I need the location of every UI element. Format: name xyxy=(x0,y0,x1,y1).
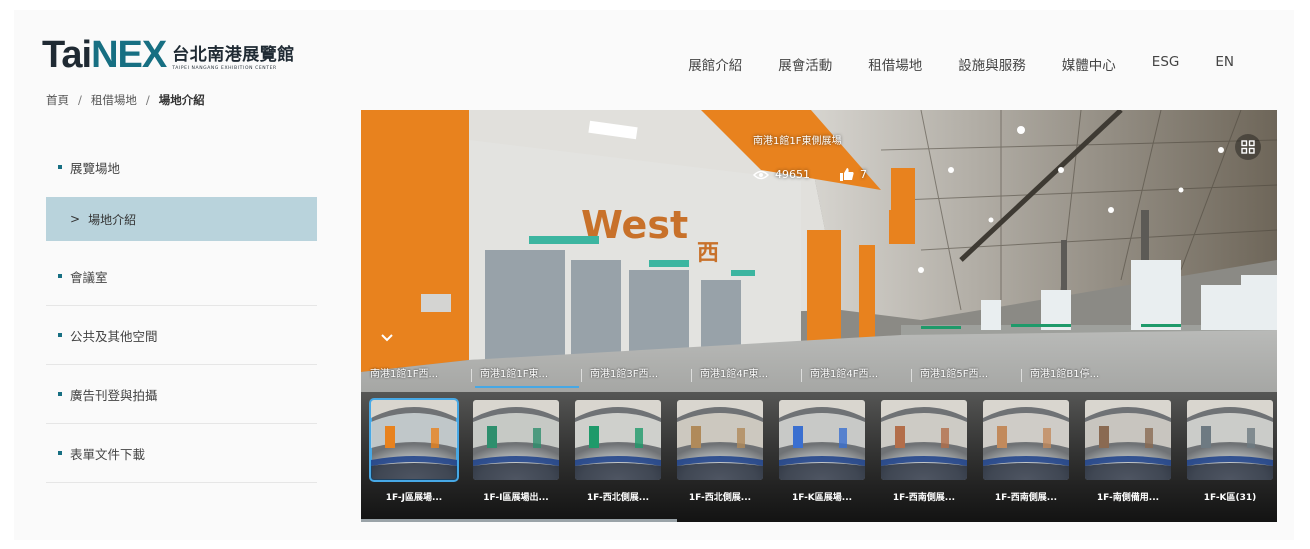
scene-tab[interactable]: 南港1館4F東... xyxy=(691,360,801,390)
thumbnail-caption: 1F-K區(31) xyxy=(1203,493,1257,503)
chevron-down-icon xyxy=(381,334,393,342)
thumbnail-caption: 1F-J區展場... xyxy=(385,493,443,503)
chevron-right-icon: > xyxy=(70,212,81,226)
bullet-icon xyxy=(58,274,62,278)
thumbnail-caption: 1F-南側備用... xyxy=(1096,493,1160,503)
sidebar-item-public-spaces[interactable]: 公共及其他空間 xyxy=(46,306,317,365)
nav-rental[interactable]: 租借場地 xyxy=(868,54,922,74)
view-count: 49651 xyxy=(775,168,810,181)
panorama-viewer[interactable]: West 西 南港1館1F東側展場 49651 7 南港1館1F西... 南港1… xyxy=(361,110,1277,522)
sidebar-item-downloads[interactable]: 表單文件下載 xyxy=(46,424,317,483)
nav-media[interactable]: 媒體中心 xyxy=(1062,54,1116,74)
sidebar-item-exhibition-venues[interactable]: 展覽場地 xyxy=(46,137,317,197)
scene-thumbnail[interactable]: 1F-J區展場... xyxy=(369,398,459,503)
scene-thumbnail[interactable]: 1F-西南側展... xyxy=(881,400,967,503)
nav-services[interactable]: 設施與服務 xyxy=(958,54,1026,74)
thumbnail-caption: 1F-西南側展... xyxy=(892,493,956,503)
logo-english-name: TAIPEI NANGANG EXHIBITION CENTER xyxy=(172,66,277,71)
thumbnail-caption: 1F-K區展場... xyxy=(791,493,853,503)
thumbnail-caption: 1F-西北側展... xyxy=(586,493,650,503)
thumbnail-image xyxy=(575,400,661,480)
thumbnail-caption: 1F-I區展場出... xyxy=(483,493,549,503)
logo-wordmark: TaiNEX xyxy=(42,34,167,76)
sidebar-item-venue-intro[interactable]: > 場地介紹 xyxy=(46,197,317,241)
sidebar-item-label: 公共及其他空間 xyxy=(70,328,158,344)
nav-events[interactable]: 展會活動 xyxy=(778,54,832,74)
logo-subtitle: 台北南港展覽館 TAIPEI NANGANG EXHIBITION CENTER xyxy=(172,46,295,74)
sidebar-item-label: 表單文件下載 xyxy=(70,446,146,462)
scene-thumbnail[interactable]: 1F-西南側展... xyxy=(983,400,1069,503)
scene-thumbnail[interactable]: 1F-南側備用... xyxy=(1085,400,1171,503)
sidebar-item-meeting-rooms[interactable]: 會議室 xyxy=(46,247,317,306)
thumbnail-image xyxy=(779,400,865,480)
bullet-icon xyxy=(58,451,62,455)
thumbs-up-icon[interactable] xyxy=(840,168,854,181)
scene-thumbnail[interactable]: 1F-西北側展... xyxy=(677,400,763,503)
scene-tab[interactable]: 南港1館5F西... xyxy=(911,360,1021,390)
thumbnail-scrollbar[interactable] xyxy=(361,519,677,522)
collapse-thumbnails-button[interactable] xyxy=(377,330,397,346)
nav-language[interactable]: EN xyxy=(1215,54,1234,74)
like-count: 7 xyxy=(860,168,867,181)
scene-thumbnail[interactable]: 1F-K區展場... xyxy=(779,400,865,503)
bullet-icon xyxy=(58,333,62,337)
breadcrumb-parent[interactable]: 租借場地 xyxy=(91,92,137,108)
svg-text:西: 西 xyxy=(697,241,719,266)
thumbnail-image xyxy=(473,400,559,480)
sidebar-item-label: 廣告刊登與拍攝 xyxy=(70,387,158,403)
bullet-icon xyxy=(58,392,62,396)
nav-about[interactable]: 展館介紹 xyxy=(688,54,742,74)
scene-thumbnail[interactable]: 1F-K區(31) xyxy=(1187,400,1273,503)
scene-thumbnail[interactable]: 1F-西北側展... xyxy=(575,400,661,503)
scene-tab[interactable]: 南港1館4F西... xyxy=(801,360,911,390)
scene-tab[interactable]: 南港1館3F西... xyxy=(581,360,691,390)
thumbnail-image xyxy=(983,400,1069,480)
scene-title: 南港1館1F東側展場 xyxy=(753,136,842,147)
thumbnail-caption: 1F-西北側展... xyxy=(688,493,752,503)
scene-group-tabs: 南港1館1F西... 南港1館1F東... 南港1館3F西... 南港1館4F東… xyxy=(361,360,1277,390)
scene-thumbnail-strip: 1F-J區展場... 1F-I區展場出... 1F-西北側展... 1F-西北側展..… xyxy=(361,392,1277,522)
thumbnail-image xyxy=(1085,400,1171,480)
bullet-icon xyxy=(58,165,62,169)
thumbnail-image xyxy=(369,398,459,482)
scene-list-button[interactable] xyxy=(1235,134,1261,160)
breadcrumb: 首頁 / 租借場地 / 場地介紹 xyxy=(46,92,205,108)
breadcrumb-home[interactable]: 首頁 xyxy=(46,92,69,108)
scene-tab[interactable]: 南港1館1F西... xyxy=(361,360,471,390)
scene-stats: 49651 7 xyxy=(753,168,867,181)
sidebar-item-advertising[interactable]: 廣告刊登與拍攝 xyxy=(46,365,317,424)
page: TaiNEX 台北南港展覽館 TAIPEI NANGANG EXHIBITION… xyxy=(14,10,1294,540)
grid-icon xyxy=(1241,140,1255,154)
thumbnail-image xyxy=(677,400,763,480)
main-nav: 展館介紹 展會活動 租借場地 設施與服務 媒體中心 ESG EN xyxy=(652,54,1234,74)
thumbnail-image xyxy=(881,400,967,480)
sidebar-item-label: 展覽場地 xyxy=(70,160,121,176)
sidebar: 展覽場地 > 場地介紹 會議室 公共及其他空間 廣告刊登與拍攝 表單文件下載 xyxy=(46,137,317,483)
sidebar-item-label: 場地介紹 xyxy=(88,212,137,227)
logo-chinese-name: 台北南港展覽館 xyxy=(172,45,295,65)
scene-tab[interactable]: 南港1館B1停... xyxy=(1021,360,1131,390)
breadcrumb-separator: / xyxy=(145,93,150,107)
thumbnail-image xyxy=(1187,400,1273,480)
eye-icon xyxy=(753,170,769,180)
site-logo[interactable]: TaiNEX 台北南港展覽館 TAIPEI NANGANG EXHIBITION… xyxy=(42,34,295,74)
thumbnail-caption: 1F-西南側展... xyxy=(994,493,1058,503)
nav-esg[interactable]: ESG xyxy=(1152,54,1180,74)
sidebar-item-label: 會議室 xyxy=(70,269,108,285)
scene-thumbnail[interactable]: 1F-I區展場出... xyxy=(473,400,559,503)
scene-tab-active[interactable]: 南港1館1F東... xyxy=(471,360,581,390)
breadcrumb-separator: / xyxy=(78,93,82,107)
breadcrumb-current: 場地介紹 xyxy=(158,93,205,107)
